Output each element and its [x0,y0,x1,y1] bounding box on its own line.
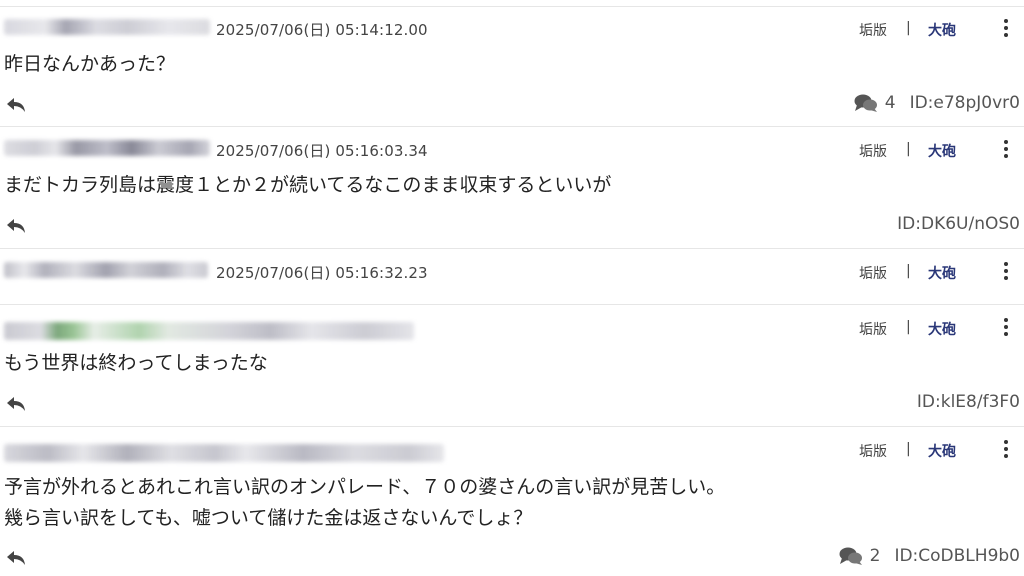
action-b-button[interactable]: 大砲 [928,141,956,161]
action-a-button[interactable]: 垢版 [859,263,887,283]
action-a-button[interactable]: 垢版 [859,20,887,40]
poster-name-redacted [4,444,444,462]
post: 2025/07/06(日) 05:16:32.23 垢版 | 大砲 [0,250,1024,305]
comment-count[interactable]: 2 [870,546,881,566]
action-b-button[interactable]: 大砲 [928,319,956,339]
comments-icon[interactable] [838,546,864,566]
separator: | [906,20,911,36]
post-footer: 4 ID:e78pJ0vr0 [853,93,1020,113]
poster-id: ID:klE8/f3F0 [916,392,1020,412]
action-a-button[interactable]: 垢版 [859,441,887,461]
reply-arrow-icon[interactable] [4,394,28,414]
post-body-line: 予言が外れるとあれこれ言い訳のオンパレード、７０の婆さんの言い訳が見苦しい。 [4,476,726,498]
post-timestamp: 2025/07/06(日) 05:14:12.00 [216,21,428,39]
post-timestamp: 2025/07/06(日) 05:16:32.23 [216,264,428,282]
separator: | [906,319,911,335]
poster-name-redacted [4,322,414,340]
post-footer: 2 ID:CoDBLH9b0 [838,546,1020,566]
post-header: 2025/07/06(日) 05:14:12.00 垢版 | 大砲 [0,7,1024,41]
post: 2025/07/06(日) 05:16:03.34 垢版 | 大砲 まだトカラ列… [0,128,1024,249]
reply-arrow-icon[interactable] [4,95,28,115]
action-b-button[interactable]: 大砲 [928,263,956,283]
kebab-menu-icon[interactable] [998,438,1014,460]
post-header: 垢版 | 大砲 [0,428,1024,462]
post-header: 2025/07/06(日) 05:16:32.23 垢版 | 大砲 [0,250,1024,284]
post: 垢版 | 大砲 予言が外れるとあれこれ言い訳のオンパレード、７０の婆さんの言い訳… [0,428,1024,576]
comments-icon[interactable] [853,93,879,113]
post-body-line: 昨日なんかあった？ [4,53,176,75]
reply-arrow-icon[interactable] [4,216,28,236]
separator: | [906,441,911,457]
post-footer: ID:klE8/f3F0 [917,392,1020,412]
poster-id: ID:CoDBLH9b0 [894,546,1020,566]
action-a-button[interactable]: 垢版 [859,319,887,339]
comment-count[interactable]: 4 [885,93,896,113]
kebab-menu-icon[interactable] [998,260,1014,282]
separator: | [906,263,911,279]
poster-name-redacted [4,19,210,35]
post-timestamp: 2025/07/06(日) 05:16:03.34 [216,142,428,160]
kebab-menu-icon[interactable] [998,138,1014,160]
poster-name-redacted [4,262,208,278]
post-footer: ID:DK6U/nOS0 [897,214,1020,234]
reply-arrow-icon[interactable] [4,548,28,568]
action-b-button[interactable]: 大砲 [928,441,956,461]
kebab-menu-icon[interactable] [998,316,1014,338]
post-header: 垢版 | 大砲 [0,306,1024,340]
post: 2025/07/06(日) 05:14:12.00 垢版 | 大砲 昨日なんかあ… [0,6,1024,127]
post: 垢版 | 大砲 もう世界は終わってしまったな ID:klE8/f3F0 [0,306,1024,427]
action-a-button[interactable]: 垢版 [859,141,887,161]
post-header: 2025/07/06(日) 05:16:03.34 垢版 | 大砲 [0,128,1024,162]
poster-id: ID:DK6U/nOS0 [897,214,1020,234]
post-body-line: 幾ら言い訳をしても、嘘ついて儲けた金は返さないんでしょ？ [4,507,533,529]
action-b-button[interactable]: 大砲 [928,20,956,40]
separator: | [906,141,911,157]
post-body-line: もう世界は終わってしまったな [4,352,268,374]
post-body-line: まだトカラ列島は震度１とか２が続いてるなこのまま収束するといいが [4,174,612,196]
poster-id: ID:e78pJ0vr0 [909,93,1020,113]
poster-name-redacted [4,140,210,156]
thread: 2025/07/06(日) 05:14:12.00 垢版 | 大砲 昨日なんかあ… [0,0,1024,576]
kebab-menu-icon[interactable] [998,17,1014,39]
